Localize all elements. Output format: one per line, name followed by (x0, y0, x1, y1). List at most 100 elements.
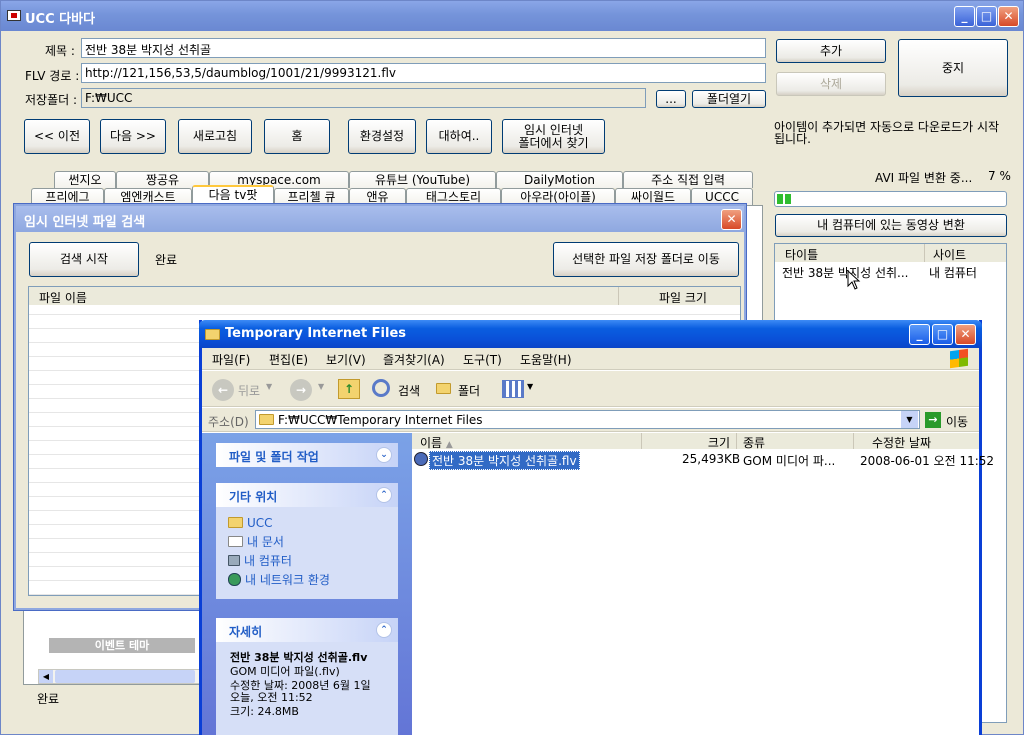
search-label[interactable]: 검색 (398, 382, 420, 399)
list-header-title[interactable]: 타이틀 (775, 244, 925, 262)
home-button[interactable]: 홈 (264, 119, 330, 154)
prev-button[interactable]: << 이전 (24, 119, 90, 154)
minimize-button[interactable]: _ (954, 6, 975, 27)
col-date[interactable]: 수정한 날짜 (854, 433, 979, 450)
documents-icon (228, 536, 243, 547)
hint-text: 아이템이 추가되면 자동으로 다운로드가 시작됩니다. (774, 120, 1000, 146)
forward-dropdown-icon[interactable]: ▼ (318, 382, 324, 391)
list-header-site[interactable]: 사이트 (925, 244, 1006, 262)
folders-icon[interactable] (436, 383, 451, 394)
search-icon[interactable] (372, 379, 390, 397)
tab-freechal-q[interactable]: 프리첼 큐 (274, 188, 349, 205)
search-dialog-titlebar[interactable]: 임시 인터넷 파일 검색 ✕ (16, 206, 744, 232)
back-label[interactable]: 뒤로 (238, 382, 260, 399)
tab-mncast[interactable]: 엠엔캐스트 (104, 188, 192, 205)
tab-daum-tvpot[interactable]: 다음 tv팟 (192, 185, 274, 205)
chevron-up-icon[interactable]: ⌃ (376, 622, 392, 638)
back-dropdown-icon[interactable]: ▼ (266, 382, 272, 391)
file-name[interactable]: 전반 38분 박지성 선취골.flv (429, 451, 580, 470)
explorer-maximize-button[interactable]: □ (932, 324, 953, 345)
views-icon[interactable] (502, 380, 524, 398)
tab-freeegg[interactable]: 프리에그 (31, 188, 104, 205)
menu-file[interactable]: 파일(F) (212, 351, 250, 368)
list-row-site[interactable]: 내 컴퓨터 (929, 264, 977, 281)
list-row-title[interactable]: 전반 38분 박지성 선취... (782, 264, 908, 281)
tab-youtube[interactable]: 유튜브 (YouTube) (349, 171, 496, 188)
address-dropdown-icon[interactable]: ▼ (901, 411, 918, 428)
delete-button[interactable]: 삭제 (776, 72, 886, 96)
browse-button[interactable]: ... (656, 90, 686, 108)
tab-cyworld[interactable]: 싸이월드 (615, 188, 691, 205)
file-row[interactable]: 전반 38분 박지성 선취골.flv 25,493KB GOM 미디어 파...… (412, 451, 994, 470)
tab-tagstory[interactable]: 태그스토리 (406, 188, 501, 205)
task-other-places-header[interactable]: 기타 위치 ⌃ (216, 483, 398, 507)
explorer-minimize-button[interactable]: _ (909, 324, 930, 345)
scroll-left-arrow-icon[interactable]: ◀ (39, 670, 53, 683)
avi-percent: 7 % (988, 169, 1011, 183)
stop-button[interactable]: 중지 (898, 39, 1008, 97)
title-input[interactable]: 전반 38분 박지성 선취골 (81, 38, 766, 58)
col-file-name[interactable]: 파일 이름 (29, 287, 619, 305)
tab-aura[interactable]: 아우라(아이플) (501, 188, 615, 205)
col-file-size[interactable]: 파일 크기 (619, 287, 740, 305)
browser-hscrollbar[interactable]: ◀ (38, 669, 203, 684)
next-button[interactable]: 다음 >> (100, 119, 166, 154)
chevron-down-icon[interactable]: ⌄ (376, 447, 392, 463)
tab-dailymotion[interactable]: DailyMotion (496, 171, 623, 188)
link-ucc[interactable]: UCC (216, 513, 398, 532)
find-temp-folder-button[interactable]: 임시 인터넷 폴더에서 찾기 (502, 119, 605, 154)
search-dialog-close-button[interactable]: ✕ (721, 209, 742, 230)
address-value: F:₩UCC₩Temporary Internet Files (278, 413, 483, 427)
folders-label[interactable]: 폴더 (458, 382, 480, 399)
refresh-button[interactable]: 새로고침 (178, 119, 252, 154)
go-arrow-icon[interactable]: → (925, 412, 941, 428)
settings-button[interactable]: 환경설정 (348, 119, 416, 154)
close-button[interactable]: ✕ (998, 6, 1019, 27)
flv-input[interactable]: http://121,156,53,5/daumblog/1001/21/999… (81, 63, 766, 83)
explorer-filelist[interactable]: 이름 ▲ 크기 종류 수정한 날짜 전반 38분 박지성 선취골.flv 25,… (412, 433, 994, 735)
start-search-button[interactable]: 검색 시작 (29, 242, 139, 277)
maximize-button[interactable]: □ (976, 6, 997, 27)
main-titlebar[interactable]: UCC 다바다 _ □ ✕ (1, 1, 1023, 31)
tab-bar: 썬지오 짱공유 myspace.com 유튜브 (YouTube) DailyM… (1, 1, 753, 205)
menu-edit[interactable]: 편집(E) (269, 351, 308, 368)
back-arrow-icon[interactable]: ← (212, 379, 234, 401)
forward-arrow-icon[interactable]: → (290, 379, 312, 401)
tab-sunjio[interactable]: 썬지오 (54, 171, 116, 188)
scroll-thumb[interactable] (55, 670, 195, 683)
save-folder-input[interactable]: F:₩UCC (81, 88, 646, 108)
up-folder-icon[interactable]: ↑ (338, 379, 360, 399)
menu-tools[interactable]: 도구(T) (463, 351, 502, 368)
tab-anyu[interactable]: 앤유 (349, 188, 406, 205)
col-name[interactable]: 이름 ▲ (412, 433, 642, 450)
task-details-header[interactable]: 자세히 ⌃ (216, 618, 398, 642)
go-label[interactable]: 이동 (946, 413, 968, 430)
link-network[interactable]: 내 네트워크 환경 (216, 570, 398, 589)
link-my-computer[interactable]: 내 컴퓨터 (216, 551, 398, 570)
tab-uccc[interactable]: UCCC (691, 188, 753, 205)
explorer-addressbar: 주소(D) F:₩UCC₩Temporary Internet Files ▼ … (202, 408, 979, 432)
link-my-documents[interactable]: 내 문서 (216, 532, 398, 551)
col-type[interactable]: 종류 (737, 433, 854, 450)
event-theme-banner[interactable]: 이벤트 테마 (49, 638, 195, 653)
convert-button[interactable]: 내 컴퓨터에 있는 동영상 변환 (775, 214, 1007, 237)
add-button[interactable]: 추가 (776, 39, 886, 63)
open-folder-button[interactable]: 폴더열기 (692, 90, 766, 108)
detail-filename: 전반 38분 박지성 선취골.flv (230, 651, 368, 664)
menu-view[interactable]: 보기(V) (326, 351, 366, 368)
about-button[interactable]: 대하여.. (426, 119, 492, 154)
progress-bar (774, 191, 1007, 207)
address-input[interactable]: F:₩UCC₩Temporary Internet Files ▼ (255, 410, 920, 429)
explorer-close-button[interactable]: ✕ (955, 324, 976, 345)
explorer-titlebar[interactable]: Temporary Internet Files _ □ ✕ (199, 320, 982, 348)
explorer-title: Temporary Internet Files (225, 326, 407, 341)
menu-help[interactable]: 도움말(H) (520, 351, 572, 368)
menu-favorites[interactable]: 즐겨찾기(A) (383, 351, 445, 368)
task-file-folder[interactable]: 파일 및 폴더 작업 ⌄ (216, 443, 398, 467)
chevron-up-icon[interactable]: ⌃ (376, 487, 392, 503)
views-dropdown-icon[interactable]: ▼ (527, 382, 533, 391)
col-size[interactable]: 크기 (642, 433, 737, 450)
tab-direct-url[interactable]: 주소 직접 입력 (623, 171, 753, 188)
task-file-folder-header[interactable]: 파일 및 폴더 작업 ⌄ (216, 443, 398, 467)
move-to-save-folder-button[interactable]: 선택한 파일 저장 폴더로 이동 (553, 242, 739, 277)
